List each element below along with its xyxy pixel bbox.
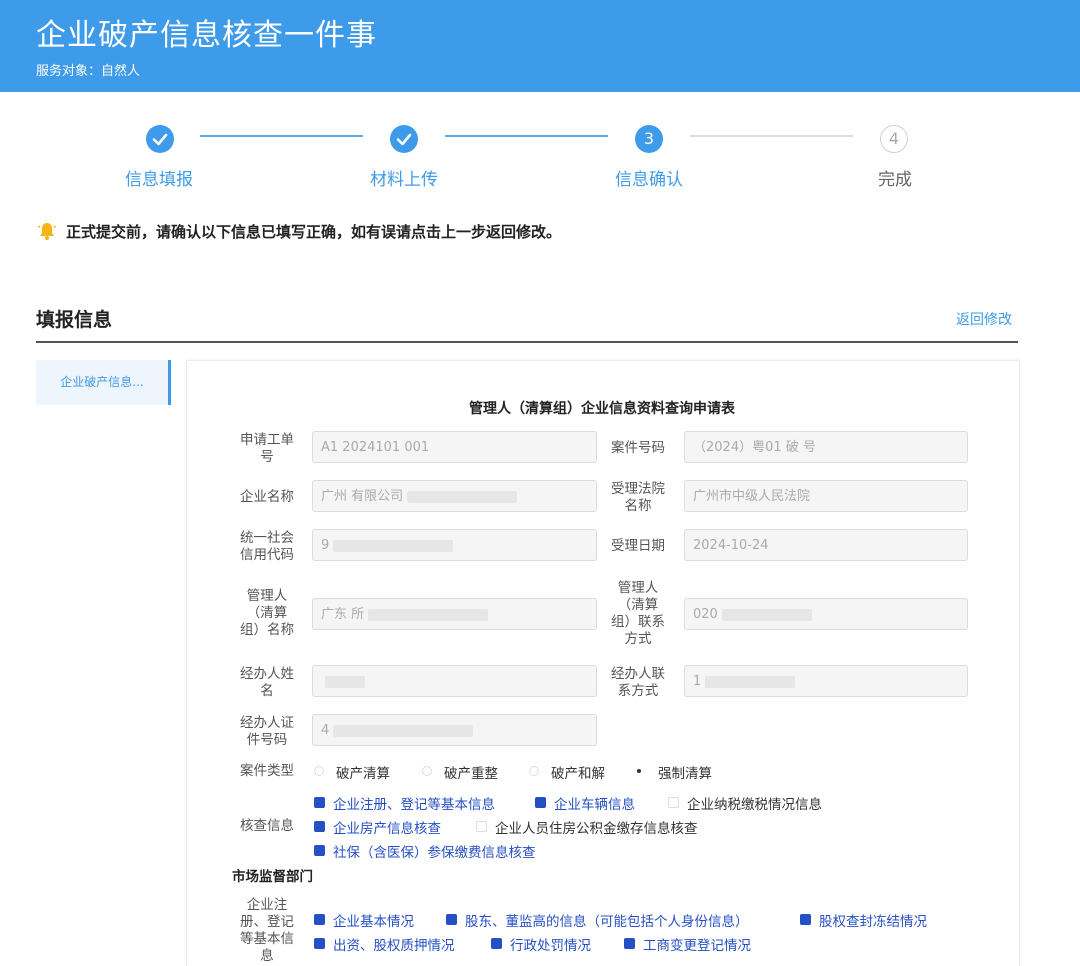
court-field[interactable]: 广州市中级人民法院 <box>684 480 968 512</box>
case-type-radio-1[interactable] <box>314 766 324 776</box>
market-equity-freeze-label: 股权查封冻结情况 <box>819 914 927 930</box>
agent-id-label: 经办人证 件号码 <box>240 715 294 748</box>
market-pledge-checkbox[interactable] <box>314 938 325 949</box>
step-2-check-icon <box>390 125 418 153</box>
credit-code-field[interactable]: 9 <box>312 529 597 561</box>
manager-contact-field[interactable]: 020 <box>684 598 968 630</box>
step-connector <box>200 135 363 137</box>
market-basic-label: 企业基本情况 <box>333 914 414 930</box>
confirm-notice: 正式提交前，请确认以下信息已填写正确，如有误请点击上一步返回修改。 <box>36 220 561 242</box>
case-type-option-2: 破产重整 <box>444 766 498 782</box>
redacted-mask <box>333 724 474 737</box>
case-type-option-1: 破产清算 <box>336 766 390 782</box>
redacted-mask <box>721 608 812 621</box>
check-basic-info-checkbox[interactable] <box>314 797 325 808</box>
check-info-label: 核查信息 <box>240 818 294 834</box>
order-no-field[interactable]: A1 2024101 001 <box>312 431 597 463</box>
market-dept-label: 企业注 册、登记 等基本信息 <box>240 897 294 964</box>
check-housing-fund-label: 企业人员住房公积金缴存信息核查 <box>495 821 698 837</box>
step-3-number: 3 <box>635 125 663 153</box>
company-name-label: 企业名称 <box>240 489 294 505</box>
case-type-radio-2[interactable] <box>422 766 432 776</box>
case-type-label: 案件类型 <box>240 763 294 779</box>
case-type-radio-3[interactable] <box>529 766 539 776</box>
check-property-checkbox[interactable] <box>314 821 325 832</box>
accept-date-field[interactable]: 2024-10-24 <box>684 529 968 561</box>
check-social-insurance-label: 社保（含医保）参保缴费信息核查 <box>333 845 536 861</box>
page-title: 企业破产信息核查一件事 <box>36 18 377 53</box>
check-basic-info-label: 企业注册、登记等基本信息 <box>333 797 495 813</box>
case-no-field[interactable]: （2024）粤01 破 号 <box>684 431 968 463</box>
market-penalty-checkbox[interactable] <box>491 938 502 949</box>
manager-contact-label: 管理人 （清算 组）联系 方式 <box>611 580 665 647</box>
market-shareholders-label: 股东、董监高的信息（可能包括个人身份信息） <box>465 914 749 930</box>
step-4-label: 完成 <box>878 170 912 190</box>
form-title: 管理人（清算组）企业信息资料查询申请表 <box>469 401 735 417</box>
step-2-label: 材料上传 <box>370 170 438 190</box>
market-equity-freeze-checkbox[interactable] <box>800 914 811 925</box>
check-tax-label: 企业纳税缴税情况信息 <box>687 797 822 813</box>
order-no-label: 申请工单号 <box>240 432 294 465</box>
redacted-mask <box>368 608 489 621</box>
company-name-field[interactable]: 广州 有限公司 <box>312 480 597 512</box>
service-target: 服务对象：自然人 <box>36 64 141 79</box>
check-vehicle-checkbox[interactable] <box>535 797 546 808</box>
market-basic-checkbox[interactable] <box>314 914 325 925</box>
section-title: 填报信息 <box>36 309 113 331</box>
case-type-option-4: 强制清算 <box>658 766 712 782</box>
case-no-label: 案件号码 <box>611 440 665 456</box>
market-change-label: 工商变更登记情况 <box>643 938 751 954</box>
market-dept-heading: 市场监督部门 <box>232 869 313 885</box>
check-social-insurance-checkbox[interactable] <box>314 845 325 856</box>
bell-icon <box>36 220 58 242</box>
agent-id-field[interactable]: 4 <box>312 714 597 746</box>
side-tab-bankruptcy-info[interactable]: 企业破产信息... <box>36 360 171 405</box>
redacted-mask <box>407 490 518 503</box>
back-edit-link[interactable]: 返回修改 <box>956 309 1012 329</box>
market-penalty-label: 行政处罚情况 <box>510 938 591 954</box>
case-type-radio-4-selected[interactable] <box>634 766 644 776</box>
redacted-mask <box>333 539 454 552</box>
step-3-label: 信息确认 <box>615 170 683 190</box>
check-vehicle-label: 企业车辆信息 <box>554 797 635 813</box>
step-1-check-icon <box>146 125 174 153</box>
step-1-label: 信息填报 <box>125 170 193 190</box>
check-tax-checkbox[interactable] <box>668 797 679 808</box>
step-4-number: 4 <box>880 125 908 153</box>
market-pledge-label: 出资、股权质押情况 <box>333 938 455 954</box>
agent-name-field[interactable] <box>312 665 597 697</box>
step-connector <box>445 135 608 137</box>
case-type-option-3: 破产和解 <box>551 766 605 782</box>
market-change-checkbox[interactable] <box>624 938 635 949</box>
redacted-mask <box>325 675 365 688</box>
agent-name-label: 经办人姓名 <box>240 666 294 699</box>
page-header: 企业破产信息核查一件事 服务对象：自然人 <box>0 0 1080 92</box>
court-label: 受理法院 名称 <box>611 481 665 514</box>
credit-code-label: 统一社会 信用代码 <box>240 530 294 563</box>
check-property-label: 企业房产信息核查 <box>333 821 441 837</box>
section-divider <box>36 341 1018 343</box>
market-shareholders-checkbox[interactable] <box>446 914 457 925</box>
notice-text: 正式提交前，请确认以下信息已填写正确，如有误请点击上一步返回修改。 <box>66 223 562 241</box>
manager-name-label: 管理人 （清算 组）名称 <box>240 588 294 638</box>
accept-date-label: 受理日期 <box>611 538 665 554</box>
step-connector <box>690 135 853 137</box>
agent-contact-label: 经办人联 系方式 <box>611 666 665 699</box>
manager-name-field[interactable]: 广东 所 <box>312 598 597 630</box>
check-housing-fund-checkbox[interactable] <box>476 821 487 832</box>
agent-contact-field[interactable]: 1 <box>684 665 968 697</box>
redacted-mask <box>705 675 796 688</box>
